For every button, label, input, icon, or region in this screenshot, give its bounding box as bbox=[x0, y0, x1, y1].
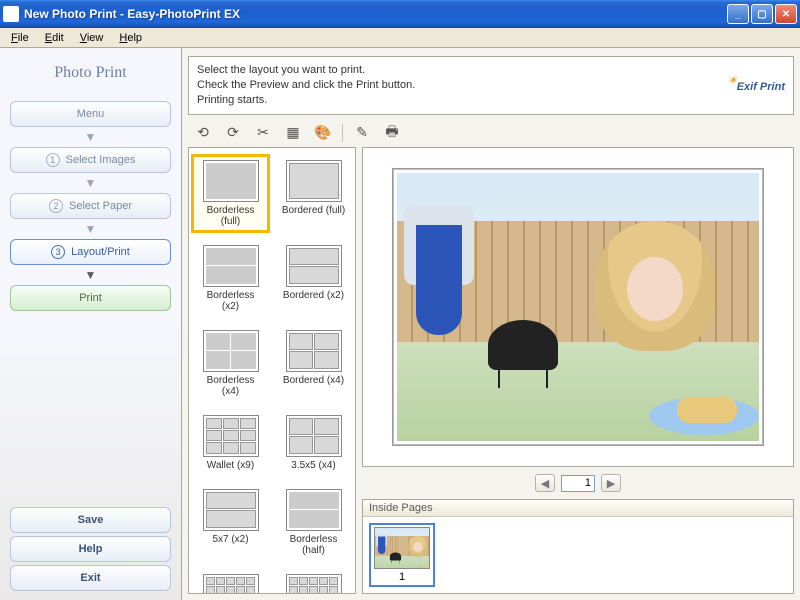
print-button[interactable]: Print bbox=[10, 285, 171, 311]
page-number-input[interactable] bbox=[561, 475, 595, 492]
minimize-button[interactable]: _ bbox=[727, 4, 749, 24]
layout-list[interactable]: Borderless (full) Bordered (full) Borderle… bbox=[188, 147, 356, 594]
maximize-button[interactable]: ▢ bbox=[751, 4, 773, 24]
step-layout-print[interactable]: 3Layout/Print bbox=[10, 239, 171, 265]
layout-label: Borderless (full) bbox=[198, 205, 264, 227]
print-settings-icon[interactable]: 🖶 bbox=[381, 122, 403, 144]
title-bar: New Photo Print - Easy-PhotoPrint EX _ ▢… bbox=[0, 0, 800, 28]
inside-pages-panel: Inside Pages bbox=[362, 499, 794, 594]
menu-help[interactable]: Help bbox=[112, 30, 149, 46]
layout-label: Bordered (x4) bbox=[283, 375, 344, 386]
instruction-line: Select the layout you want to print. bbox=[197, 63, 415, 78]
menu-bar: File Edit View Help bbox=[0, 28, 800, 48]
layout-label: Bordered (x2) bbox=[283, 290, 344, 301]
menu-edit[interactable]: Edit bbox=[38, 30, 71, 46]
color-adjust-icon[interactable]: 🎨 bbox=[312, 122, 334, 144]
arrow-icon: ▼ bbox=[10, 130, 171, 144]
inside-thumb-label: 1 bbox=[399, 571, 405, 583]
exif-print-logo: ✶Exif Print bbox=[728, 75, 785, 95]
layout-label: Borderless (x4) bbox=[198, 375, 264, 397]
layout-option[interactable]: Bordered (full) bbox=[274, 154, 353, 233]
edit-page-icon[interactable]: ✎ bbox=[351, 122, 373, 144]
toolbar: ⟲ ⟳ ✂ ▦ 🎨 ✎ 🖶 bbox=[182, 119, 800, 147]
instruction-panel: Select the layout you want to print. Che… bbox=[188, 56, 794, 115]
step-select-images[interactable]: 1Select Images bbox=[10, 147, 171, 173]
step-select-paper[interactable]: 2Select Paper bbox=[10, 193, 171, 219]
layout-option[interactable]: 3.5x5 (x4) bbox=[274, 409, 353, 477]
menu-file[interactable]: File bbox=[4, 30, 36, 46]
rotate-left-icon[interactable]: ⟲ bbox=[192, 122, 214, 144]
instruction-line: Check the Preview and click the Print bu… bbox=[197, 78, 415, 93]
exit-button[interactable]: Exit bbox=[10, 565, 171, 591]
help-button[interactable]: Help bbox=[10, 536, 171, 562]
app-icon bbox=[3, 6, 19, 22]
prev-page-button[interactable]: ◀ bbox=[535, 474, 555, 492]
next-page-button[interactable]: ▶ bbox=[601, 474, 621, 492]
layout-label: 5x7 (x2) bbox=[212, 534, 248, 545]
menu-button[interactable]: Menu bbox=[10, 101, 171, 127]
layout-label: Borderless (half) bbox=[281, 534, 347, 556]
sidebar: Photo Print Menu ▼ 1Select Images ▼ 2Sel… bbox=[0, 48, 182, 600]
toolbar-separator bbox=[342, 124, 343, 142]
layout-option[interactable]: Borderless (x2) bbox=[191, 239, 270, 318]
layout-option[interactable]: Borderless (half) bbox=[274, 483, 353, 562]
close-button[interactable]: ✕ bbox=[775, 4, 797, 24]
sidebar-title: Photo Print bbox=[10, 64, 171, 82]
layout-label: Wallet (x9) bbox=[207, 460, 254, 471]
inside-page-thumb[interactable]: 1 bbox=[369, 523, 435, 587]
layout-option[interactable]: Bordered (x2) bbox=[274, 239, 353, 318]
instruction-line: Printing starts. bbox=[197, 93, 415, 108]
arrow-icon: ▼ bbox=[10, 268, 171, 282]
layout-label: Borderless (x2) bbox=[198, 290, 264, 312]
layout-option[interactable]: Borderless (x4) bbox=[191, 324, 270, 403]
main-area: Select the layout you want to print. Che… bbox=[182, 48, 800, 600]
layout-option[interactable]: Wallet (x9) bbox=[191, 409, 270, 477]
page-navigator: ◀ ▶ bbox=[362, 471, 794, 495]
arrow-icon: ▼ bbox=[10, 176, 171, 190]
preview-page[interactable] bbox=[392, 168, 764, 446]
crop-icon[interactable]: ✂ bbox=[252, 122, 274, 144]
layout-label: Bordered (full) bbox=[282, 205, 345, 216]
menu-view[interactable]: View bbox=[73, 30, 111, 46]
save-button[interactable]: Save bbox=[10, 507, 171, 533]
layout-option[interactable]: Borderless (full) bbox=[191, 154, 270, 233]
arrow-icon: ▼ bbox=[10, 222, 171, 236]
inside-pages-title: Inside Pages bbox=[363, 500, 793, 517]
layout-option[interactable]: Grid (x20) bbox=[274, 568, 353, 594]
rotate-right-icon[interactable]: ⟳ bbox=[222, 122, 244, 144]
preview-area bbox=[362, 147, 794, 467]
date-icon[interactable]: ▦ bbox=[282, 122, 304, 144]
layout-option[interactable]: 5x7 (x2) bbox=[191, 483, 270, 562]
window-title: New Photo Print - Easy-PhotoPrint EX bbox=[24, 7, 727, 21]
layout-option[interactable]: Grid (x20) bbox=[191, 568, 270, 594]
layout-option[interactable]: Bordered (x4) bbox=[274, 324, 353, 403]
layout-label: 3.5x5 (x4) bbox=[291, 460, 335, 471]
